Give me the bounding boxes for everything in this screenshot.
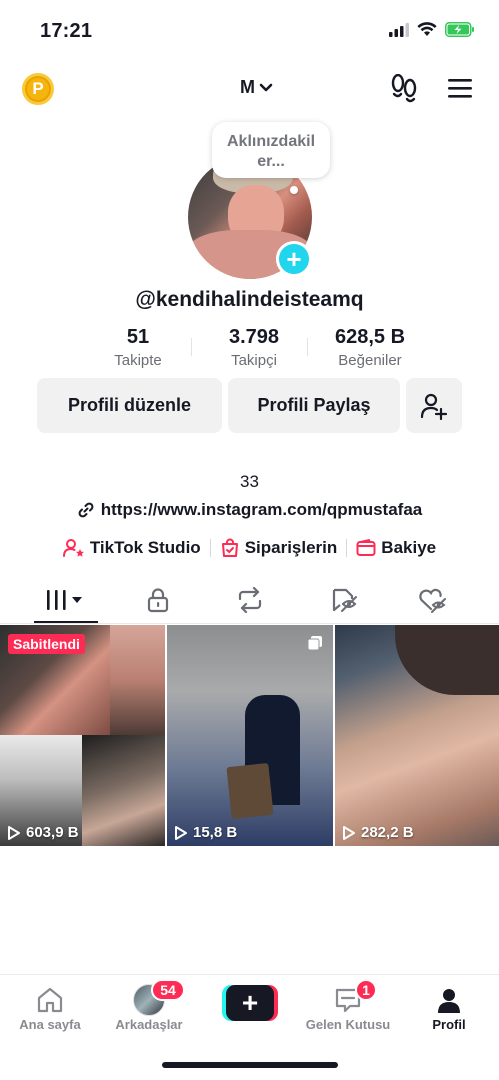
coin-icon[interactable]: P: [22, 73, 54, 105]
tiktok-studio-label: TikTok Studio: [89, 538, 201, 557]
nav-profile[interactable]: Profil: [401, 983, 497, 1032]
balance-link[interactable]: Bakiye: [356, 538, 436, 558]
video-thumbnail-2[interactable]: 15,8 B: [167, 625, 333, 846]
status-bar: 17:21: [0, 0, 499, 60]
orders-label: Siparişlerin: [244, 538, 338, 557]
share-profile-button[interactable]: Profili Paylaş: [228, 378, 400, 433]
profile-stats: 51 Takipte 3.798 Takipçi 628,5 B Beğenil…: [80, 326, 430, 372]
profile-person-icon: [438, 989, 460, 1013]
video-thumbnail-1[interactable]: Sabitlendi 603,9 B: [0, 625, 165, 846]
add-friend-button[interactable]: [406, 378, 462, 433]
plus-icon: +: [226, 985, 274, 1021]
play-icon: [175, 825, 187, 840]
menu-icon[interactable]: [446, 76, 474, 100]
profile-content-tabs: [0, 576, 499, 624]
status-icons: [389, 22, 475, 37]
tab-tagged[interactable]: [326, 584, 362, 616]
stat-followers-label: Takipçi: [231, 352, 277, 369]
stat-divider: [191, 338, 192, 356]
link-icon: [78, 502, 94, 518]
video-views-count: 15,8 B: [193, 824, 238, 841]
tools-divider: [209, 539, 211, 557]
repost-icon: [238, 587, 262, 613]
nav-inbox-label: Gelen Kutusu: [305, 1017, 391, 1032]
pinned-badge: Sabitlendi: [8, 634, 85, 654]
liked-icon: [419, 588, 446, 613]
account-label: M: [240, 77, 255, 97]
shopping-bag-icon: [221, 538, 238, 557]
video-views: 603,9 B: [7, 824, 79, 841]
edit-profile-button[interactable]: Profili düzenle: [37, 378, 222, 433]
lock-icon: [147, 588, 169, 613]
nav-profile-label: Profil: [432, 1017, 466, 1032]
username: @kendihalindeisteamq: [135, 288, 364, 311]
video-views-count: 603,9 B: [26, 824, 79, 841]
thumbnail-collage-part: [82, 735, 165, 846]
profile-top-nav: P M: [0, 64, 499, 114]
profile-link-text: https://www.instagram.com/qpmustafaa: [100, 500, 423, 519]
stat-likes-label: Beğeniler: [338, 352, 402, 369]
chevron-down-icon: [259, 83, 273, 91]
nav-home[interactable]: Ana sayfa: [2, 983, 98, 1032]
tab-private[interactable]: [140, 584, 176, 616]
wifi-icon: [417, 22, 437, 36]
stat-following-label: Takipte: [114, 352, 162, 369]
stat-followers-count: 3.798: [228, 326, 280, 348]
inbox-badge: 1: [355, 979, 377, 1001]
active-tab-indicator: [34, 621, 98, 623]
note-bubble[interactable]: Aklınızdakil er...: [212, 122, 330, 178]
video-thumbnail-3[interactable]: 282,2 B: [335, 625, 499, 846]
nav-home-label: Ana sayfa: [19, 1017, 81, 1032]
profile-views-footprint-icon[interactable]: [390, 74, 418, 104]
profile-link[interactable]: https://www.instagram.com/qpmustafaa: [0, 500, 499, 520]
home-icon: [37, 987, 63, 1013]
balance-label: Bakiye: [381, 538, 437, 557]
video-views: 282,2 B: [342, 824, 414, 841]
nav-inbox[interactable]: Gelen Kutusu 1: [300, 979, 396, 1032]
nav-friends[interactable]: Arkadaşlar 54: [101, 979, 197, 1032]
cellular-signal-icon: [389, 22, 409, 37]
battery-charging-icon: [445, 22, 474, 37]
thumbnail-photo-detail: [395, 625, 499, 695]
video-views: 15,8 B: [174, 824, 237, 841]
multi-photo-icon: [307, 636, 322, 651]
video-grid: Sabitlendi 603,9 B 15,8 B 282,2 B: [0, 625, 499, 846]
tools-divider: [346, 539, 348, 557]
creator-tools-row: TikTok Studio Siparişlerin Bakiye: [0, 538, 499, 558]
stat-divider: [307, 338, 308, 356]
friends-badge: 54: [151, 979, 185, 1001]
video-views-count: 282,2 B: [361, 824, 414, 841]
tagged-icon: [332, 588, 357, 612]
create-button[interactable]: +: [222, 985, 278, 1021]
coin-label: P: [32, 79, 44, 98]
play-icon: [343, 825, 355, 840]
note-bubble-tail: [290, 186, 298, 194]
stat-likes[interactable]: 628,5 B Beğeniler: [312, 326, 428, 372]
status-time: 17:21: [40, 20, 93, 42]
tab-liked[interactable]: [414, 584, 450, 616]
add-story-plus-icon[interactable]: +: [276, 241, 312, 277]
stat-followers[interactable]: 3.798 Takipçi: [196, 326, 312, 372]
stat-following-count: 51: [126, 326, 150, 348]
account-switcher[interactable]: M: [240, 77, 273, 98]
profile-bio: 33: [240, 472, 259, 491]
wallet-icon: [356, 539, 376, 556]
thumbnail-collage-part: [110, 625, 165, 735]
thumbnail-photo-detail: [226, 762, 274, 820]
person-star-icon: [62, 539, 84, 557]
videos-grid-icon: [47, 590, 82, 610]
home-indicator: [162, 1062, 338, 1068]
add-person-icon: [420, 393, 448, 420]
nav-friends-label: Arkadaşlar: [115, 1017, 183, 1032]
tab-videos[interactable]: [34, 584, 98, 616]
stat-likes-count: 628,5 B: [334, 326, 406, 348]
tab-reposts[interactable]: [232, 584, 268, 616]
orders-link[interactable]: Siparişlerin: [220, 538, 338, 558]
play-icon: [8, 825, 20, 840]
stat-following[interactable]: 51 Takipte: [80, 326, 196, 372]
tiktok-studio-link[interactable]: TikTok Studio: [62, 538, 201, 558]
